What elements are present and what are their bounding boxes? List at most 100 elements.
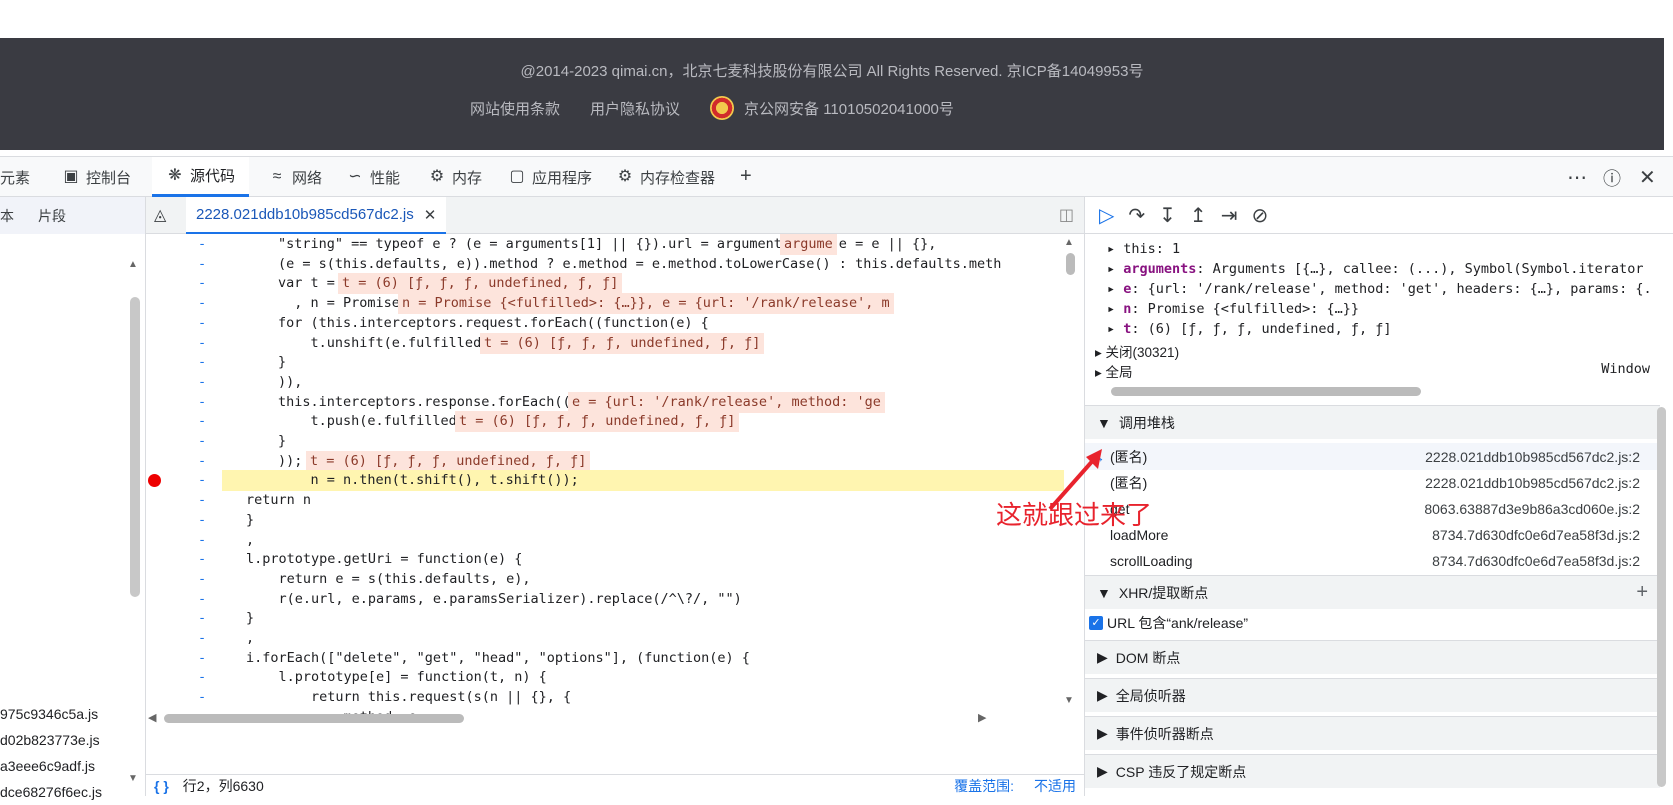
add-tab-icon[interactable]: +: [740, 165, 752, 188]
gutter-marker[interactable]: -: [198, 254, 206, 275]
code-line[interactable]: - t.unshift(e.fulfilled, e.rejected) t = …: [146, 332, 1064, 354]
code-line[interactable]: -)); t.length; )t = (6) [ƒ, ƒ, ƒ, undefi…: [146, 450, 1064, 472]
editor-scroll-left-icon[interactable]: ◀: [148, 711, 156, 724]
privacy-link[interactable]: 用户隐私协议: [590, 98, 680, 119]
step-icon[interactable]: ⇥: [1221, 203, 1238, 228]
security-record[interactable]: 京公网安备 11010502041000号: [744, 98, 954, 119]
tab-sources[interactable]: ❋ 源代码: [152, 157, 250, 197]
gutter-marker[interactable]: -: [198, 451, 206, 472]
editor-file-tab[interactable]: 2228.021ddb10b985cd567dc2.js ✕: [186, 197, 447, 234]
navigator-file[interactable]: d02b823773e.js: [0, 727, 102, 753]
toggle-navigator-icon[interactable]: ◬: [154, 205, 166, 225]
gutter-marker[interactable]: -: [198, 549, 206, 570]
gutter-marker[interactable]: -: [198, 293, 206, 314]
tab-memory[interactable]: ⚙ 内存: [428, 157, 482, 197]
deactivate-breakpoints-icon[interactable]: ⊘: [1251, 203, 1268, 228]
code-line[interactable]: - return this.request(s(n || {}, {: [146, 687, 1064, 708]
navigator-tab-snippets[interactable]: 片段: [38, 206, 66, 226]
breakpoint-icon[interactable]: [148, 474, 161, 488]
close-tab-icon[interactable]: ✕: [424, 206, 437, 224]
gutter-marker[interactable]: -: [198, 372, 206, 393]
gutter-marker[interactable]: -: [198, 687, 206, 708]
code-line[interactable]: -}: [146, 352, 1064, 373]
gutter-marker[interactable]: -: [198, 667, 206, 688]
sidebar-vscrollbar[interactable]: [1657, 407, 1666, 787]
tab-network[interactable]: ≈ 网络: [268, 157, 322, 197]
step-over-icon[interactable]: ↷: [1128, 203, 1145, 228]
scope-hscrollbar[interactable]: [1111, 387, 1421, 396]
scroll-down-icon[interactable]: ▼: [128, 773, 138, 784]
pretty-print-icon[interactable]: { }: [154, 778, 169, 794]
gutter-marker[interactable]: -: [198, 333, 206, 354]
code-line[interactable]: - n = n.then(t.shift(), t.shift());: [198, 470, 1064, 492]
gutter-marker[interactable]: -: [198, 569, 206, 590]
navigator-file[interactable]: a3eee6c9adf.js: [0, 753, 102, 779]
call-frame[interactable]: (匿名) 2228.021ddb10b985cd567dc2.js:2: [1085, 469, 1660, 496]
gutter-marker[interactable]: -: [198, 490, 206, 511]
gutter-marker[interactable]: -: [198, 648, 206, 669]
code-line[interactable]: - t.push(e.fulfilled, e.rejected) t = (6)…: [146, 411, 1064, 433]
gutter-marker[interactable]: -: [198, 273, 206, 294]
gutter-marker[interactable]: -: [198, 589, 206, 610]
call-frame[interactable]: →(匿名)2228.021ddb10b985cd567dc2.js:2: [1085, 443, 1660, 470]
call-frame[interactable]: loadMore 8734.7d630dfc0e6d7ea58f3d.js:2: [1085, 521, 1660, 548]
tab-application[interactable]: ▢ 应用程序: [508, 157, 592, 197]
gutter-marker[interactable]: -: [198, 628, 206, 649]
editor-scroll-right-icon[interactable]: ▶: [978, 711, 986, 724]
call-frame[interactable]: get 8063.63887d3e9b86a3cd060e.js:2: [1085, 495, 1660, 522]
editor-scroll-down-icon[interactable]: ▼: [1064, 695, 1074, 706]
code-line[interactable]: -,: [146, 628, 1064, 649]
gutter-marker[interactable]: -: [198, 530, 206, 551]
code-line[interactable]: -,: [146, 530, 1064, 551]
gutter-marker[interactable]: -: [198, 234, 206, 255]
navigator-tab-script[interactable]: 本: [0, 206, 14, 226]
code-line[interactable]: -)),: [146, 372, 1064, 393]
step-out-icon[interactable]: ↥: [1190, 203, 1207, 228]
editor-vscrollbar[interactable]: [1066, 253, 1075, 275]
code-line[interactable]: - r(e.url, e.params, e.paramsSerializer)…: [146, 589, 1064, 610]
gutter-marker[interactable]: -: [198, 431, 206, 452]
code-line[interactable]: -}: [146, 608, 1064, 629]
gutter-marker[interactable]: -: [198, 411, 206, 432]
navigator-file[interactable]: dce68276f6ec.js: [0, 779, 102, 805]
scope-n[interactable]: ▸ n: Promise {<fulfilled>: {…}}: [1107, 301, 1359, 317]
navigator-file[interactable]: 975c9346c5a.js: [0, 701, 102, 727]
code-line[interactable]: - i.forEach(["delete", "get", "head", "op…: [146, 648, 1064, 669]
scope-global[interactable]: ▸ 全局 Window: [1095, 361, 1650, 381]
coverage-value[interactable]: 不适用: [1034, 776, 1076, 796]
step-into-icon[interactable]: ↧: [1159, 203, 1176, 228]
gutter-marker[interactable]: -: [198, 313, 206, 334]
gutter-marker[interactable]: -: [198, 510, 206, 531]
tab-elements[interactable]: 元素: [0, 157, 30, 197]
call-frame[interactable]: scrollLoading 8734.7d630dfc0e6d7ea58f3d.j…: [1085, 547, 1660, 574]
code-line[interactable]: - this.interceptors.response.forEach((fun…: [146, 391, 1064, 413]
close-icon[interactable]: ✕: [1639, 165, 1656, 190]
gutter-marker[interactable]: -: [198, 352, 206, 373]
code-line[interactable]: -}: [146, 510, 1064, 531]
gutter-marker[interactable]: -: [198, 392, 206, 413]
global-listeners-header[interactable]: ▶ 全局侦听器: [1085, 678, 1660, 712]
scroll-up-icon[interactable]: ▲: [128, 259, 138, 270]
csp-breakpoints-header[interactable]: ▶ CSP 违反了规定断点: [1085, 754, 1660, 788]
code-line[interactable]: -var t = [o, void 0]t = (6) [ƒ, ƒ, ƒ, un…: [146, 273, 1064, 295]
code-line[interactable]: - return n: [146, 490, 1064, 511]
editor-scroll-up-icon[interactable]: ▲: [1064, 237, 1074, 248]
code-line[interactable]: - l.prototype[e] = function(t, n) {: [146, 667, 1064, 688]
scope-t[interactable]: ▸ t: (6) [ƒ, ƒ, ƒ, undefined, ƒ, ƒ]: [1107, 321, 1392, 337]
code-line[interactable]: - (e = s(this.defaults, e)).method ? e.me…: [146, 254, 1064, 275]
event-listener-breakpoints-header[interactable]: ▶ 事件侦听器断点: [1085, 716, 1660, 750]
scope-closure[interactable]: ▸ 关闭(30321): [1095, 341, 1179, 361]
tab-memory-inspector[interactable]: ⚙ 内存检查器: [616, 157, 715, 197]
more-icon[interactable]: ⋯: [1567, 165, 1587, 190]
toggle-debugger-icon[interactable]: ◫: [1059, 205, 1074, 225]
call-stack-header[interactable]: ▼ 调用堆栈: [1085, 405, 1660, 439]
tab-performance[interactable]: ∽ 性能: [346, 157, 400, 197]
editor-hscrollbar[interactable]: [164, 714, 464, 723]
gutter-marker[interactable]: -: [198, 470, 206, 491]
code-line[interactable]: - l.prototype.getUri = function(e) {: [146, 549, 1064, 570]
code-line[interactable]: - return e = s(this.defaults, e),: [146, 569, 1064, 590]
code-line[interactable]: - for (this.interceptors.request.forEach(…: [146, 313, 1064, 334]
code-line[interactable]: - , n = Promise.resolve(e); n = Promise {…: [146, 293, 1064, 315]
help-icon[interactable]: ⓘ: [1603, 165, 1621, 191]
scope-arguments[interactable]: ▸ arguments: Arguments [{…}, callee: (..…: [1107, 261, 1643, 277]
